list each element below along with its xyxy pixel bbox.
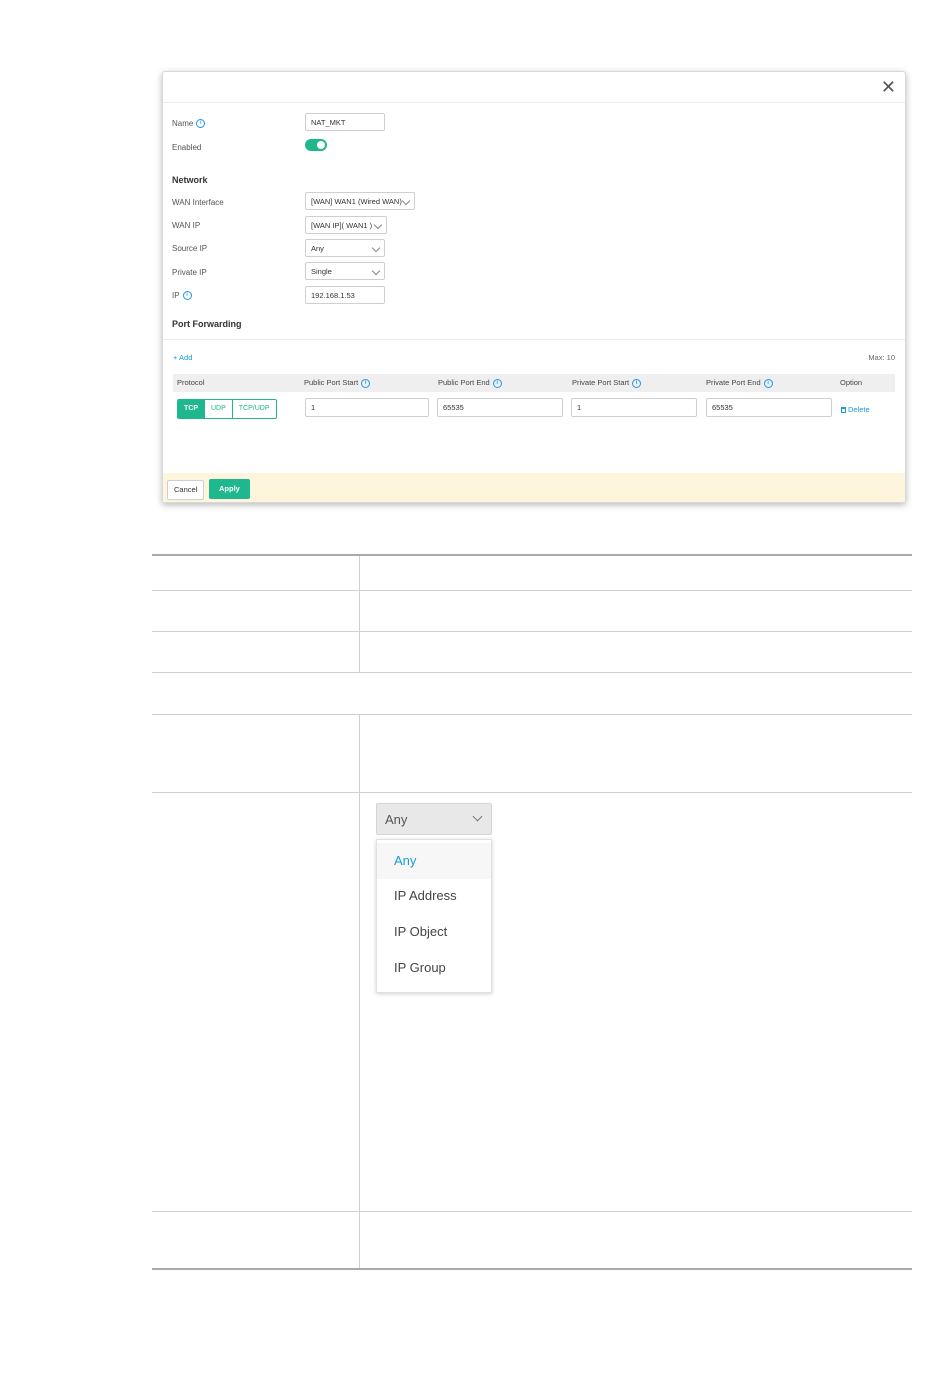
dialog-header: ✕	[163, 72, 905, 103]
wan-ip-label: WAN IP	[172, 221, 201, 230]
protocol-tcp-button[interactable]: TCP	[178, 400, 205, 418]
table-bottom-border	[152, 1268, 912, 1270]
public-port-end-input[interactable]: 65535	[437, 398, 563, 417]
chevron-down-icon	[472, 811, 483, 822]
wan-ip-select[interactable]: [WAN IP]( WAN1 )	[305, 216, 387, 234]
enabled-label: Enabled	[172, 143, 202, 152]
info-icon[interactable]: i	[492, 378, 502, 388]
delete-label: Delete	[848, 405, 870, 414]
private-ip-label: Private IP	[172, 268, 207, 277]
table-top-border	[152, 554, 912, 556]
enabled-toggle[interactable]	[305, 139, 327, 151]
info-icon[interactable]: i	[632, 378, 642, 388]
info-icon[interactable]: i	[361, 378, 371, 388]
table-divider	[152, 792, 912, 793]
column-header-text: Private Port Start	[572, 378, 630, 387]
add-button[interactable]: + Add	[173, 353, 192, 362]
dropdown-option-ip-address[interactable]: IP Address	[377, 878, 491, 914]
private-port-end-input[interactable]: 65535	[706, 398, 832, 417]
port-forwarding-dialog: ✕ Name i NAT_MKT Enabled Network WAN Inte…	[162, 71, 906, 503]
column-header-protocol: Protocol	[177, 378, 205, 387]
column-header-public-port-end: Public Port End i	[438, 374, 502, 392]
protocol-segmented-control: TCP UDP TCP/UDP	[177, 399, 277, 419]
column-header-public-port-start: Public Port Start i	[304, 374, 371, 392]
column-header-private-port-end: Private Port End i	[706, 374, 773, 392]
name-label-text: Name	[172, 119, 194, 128]
apply-button[interactable]: Apply	[209, 479, 250, 499]
port-forwarding-section-title: Port Forwarding	[172, 319, 242, 329]
protocol-udp-button[interactable]: UDP	[205, 400, 233, 418]
ip-label-text: IP	[172, 291, 180, 300]
private-port-start-input[interactable]: 1	[571, 398, 697, 417]
column-header-option: Option	[840, 378, 863, 387]
table-column-divider	[359, 715, 360, 1268]
toggle-knob	[317, 141, 325, 149]
public-port-start-input[interactable]: 1	[305, 398, 429, 417]
table-header: Protocol Public Port Start i Public Port …	[173, 374, 895, 392]
table-divider	[152, 590, 912, 591]
max-label: Max: 10	[868, 353, 895, 362]
delete-button[interactable]: Delete	[841, 405, 870, 414]
cancel-button[interactable]: Cancel	[167, 480, 205, 500]
column-header-text: Private Port End	[706, 378, 761, 387]
ip-label: IP i	[172, 291, 192, 301]
table-divider	[152, 631, 912, 632]
source-ip-select[interactable]: Any	[305, 239, 385, 257]
protocol-tcp-udp-button[interactable]: TCP/UDP	[233, 400, 276, 418]
dialog-footer: Cancel Apply	[163, 473, 905, 502]
table-column-divider	[359, 556, 360, 672]
trash-icon	[841, 407, 846, 414]
source-ip-dropdown-select[interactable]: Any	[376, 803, 492, 835]
network-section-title: Network	[172, 175, 208, 185]
column-header-private-port-start: Private Port Start i	[572, 374, 642, 392]
close-icon[interactable]: ✕	[881, 78, 896, 96]
private-ip-select[interactable]: Single	[305, 262, 385, 280]
dropdown-option-ip-object[interactable]: IP Object	[377, 914, 491, 950]
wan-interface-select[interactable]: [WAN] WAN1 (Wired WAN)	[305, 192, 415, 210]
column-header-text: Public Port Start	[304, 378, 359, 387]
table-divider	[152, 714, 912, 715]
wan-interface-label: WAN Interface	[172, 198, 224, 207]
info-icon[interactable]: i	[763, 378, 773, 388]
table-divider	[152, 672, 912, 673]
dropdown-option-ip-group[interactable]: IP Group	[377, 950, 491, 986]
info-icon[interactable]: i	[196, 119, 206, 129]
source-ip-label: Source IP	[172, 244, 208, 253]
dropdown-option-any[interactable]: Any	[377, 843, 491, 879]
name-input[interactable]: NAT_MKT	[305, 113, 385, 131]
ip-input[interactable]: 192.168.1.53	[305, 286, 385, 304]
info-icon[interactable]: i	[182, 291, 192, 301]
table-divider	[152, 1211, 912, 1212]
name-label: Name i	[172, 119, 206, 129]
source-ip-dropdown-menu: Any IP Address IP Object IP Group	[376, 839, 492, 993]
dropdown-selected-value: Any	[385, 812, 408, 827]
column-header-text: Public Port End	[438, 378, 490, 387]
divider	[163, 339, 905, 340]
